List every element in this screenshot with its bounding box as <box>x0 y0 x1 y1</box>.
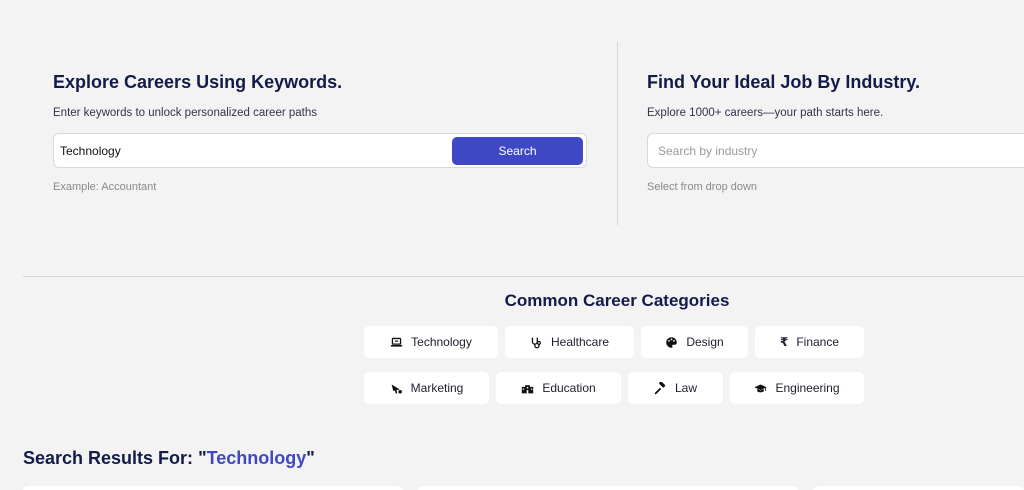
result-card[interactable] <box>813 486 1024 490</box>
school-icon <box>522 384 534 393</box>
category-chip-law[interactable]: Law <box>628 372 723 404</box>
category-label: Finance <box>796 335 840 349</box>
keyword-search-box: Search <box>53 133 587 168</box>
vertical-divider <box>617 42 618 225</box>
gavel-icon <box>654 381 666 394</box>
category-chip-design[interactable]: Design <box>641 326 748 358</box>
bullhorn-icon <box>391 383 402 394</box>
category-label: Education <box>542 381 596 395</box>
graduation-cap-icon <box>754 383 768 392</box>
categories-title: Common Career Categories <box>504 291 730 310</box>
industry-search-input[interactable] <box>648 134 1008 167</box>
category-label: Marketing <box>410 381 464 395</box>
result-card[interactable] <box>418 486 798 490</box>
horizontal-divider <box>23 276 1024 277</box>
category-chip-education[interactable]: Education <box>496 372 621 404</box>
industry-panel-title: Find Your Ideal Job By Industry. <box>647 72 921 92</box>
category-chip-finance[interactable]: ₹ Finance <box>755 326 864 358</box>
category-chip-technology[interactable]: Technology <box>364 326 498 358</box>
industry-panel-subtitle: Explore 1000+ careers—your path starts h… <box>647 107 884 119</box>
category-label: Engineering <box>775 381 840 395</box>
results-close-quote: " <box>306 448 315 468</box>
stethoscope-icon <box>531 337 541 348</box>
category-chip-marketing[interactable]: Marketing <box>364 372 489 404</box>
keyword-panel-title: Explore Careers Using Keywords. <box>53 72 343 92</box>
category-label: Design <box>686 335 724 349</box>
search-button[interactable]: Search <box>452 137 583 165</box>
career-search-page: Explore Careers Using Keywords. Enter ke… <box>0 0 1024 490</box>
industry-search-box <box>647 133 1024 168</box>
category-label: Technology <box>411 335 472 349</box>
category-chip-engineering[interactable]: Engineering <box>730 372 864 404</box>
results-prefix: Search Results For: <box>23 448 199 468</box>
keyword-hint: Example: Accountant <box>53 181 157 193</box>
category-label: Healthcare <box>550 335 610 349</box>
results-query: Technology <box>206 448 307 468</box>
category-chip-healthcare[interactable]: Healthcare <box>505 326 634 358</box>
industry-hint: Select from drop down <box>647 181 758 193</box>
category-label: Law <box>674 381 697 395</box>
laptop-icon <box>390 337 403 347</box>
keyword-panel-subtitle: Enter keywords to unlock personalized ca… <box>53 107 318 119</box>
search-results-title: Search Results For: "Technology" <box>23 448 315 469</box>
rupee-icon: ₹ <box>779 335 789 349</box>
palette-icon <box>666 336 678 348</box>
keyword-search-input[interactable] <box>54 134 449 167</box>
results-open-quote: " <box>198 448 207 468</box>
result-card[interactable] <box>23 486 403 490</box>
